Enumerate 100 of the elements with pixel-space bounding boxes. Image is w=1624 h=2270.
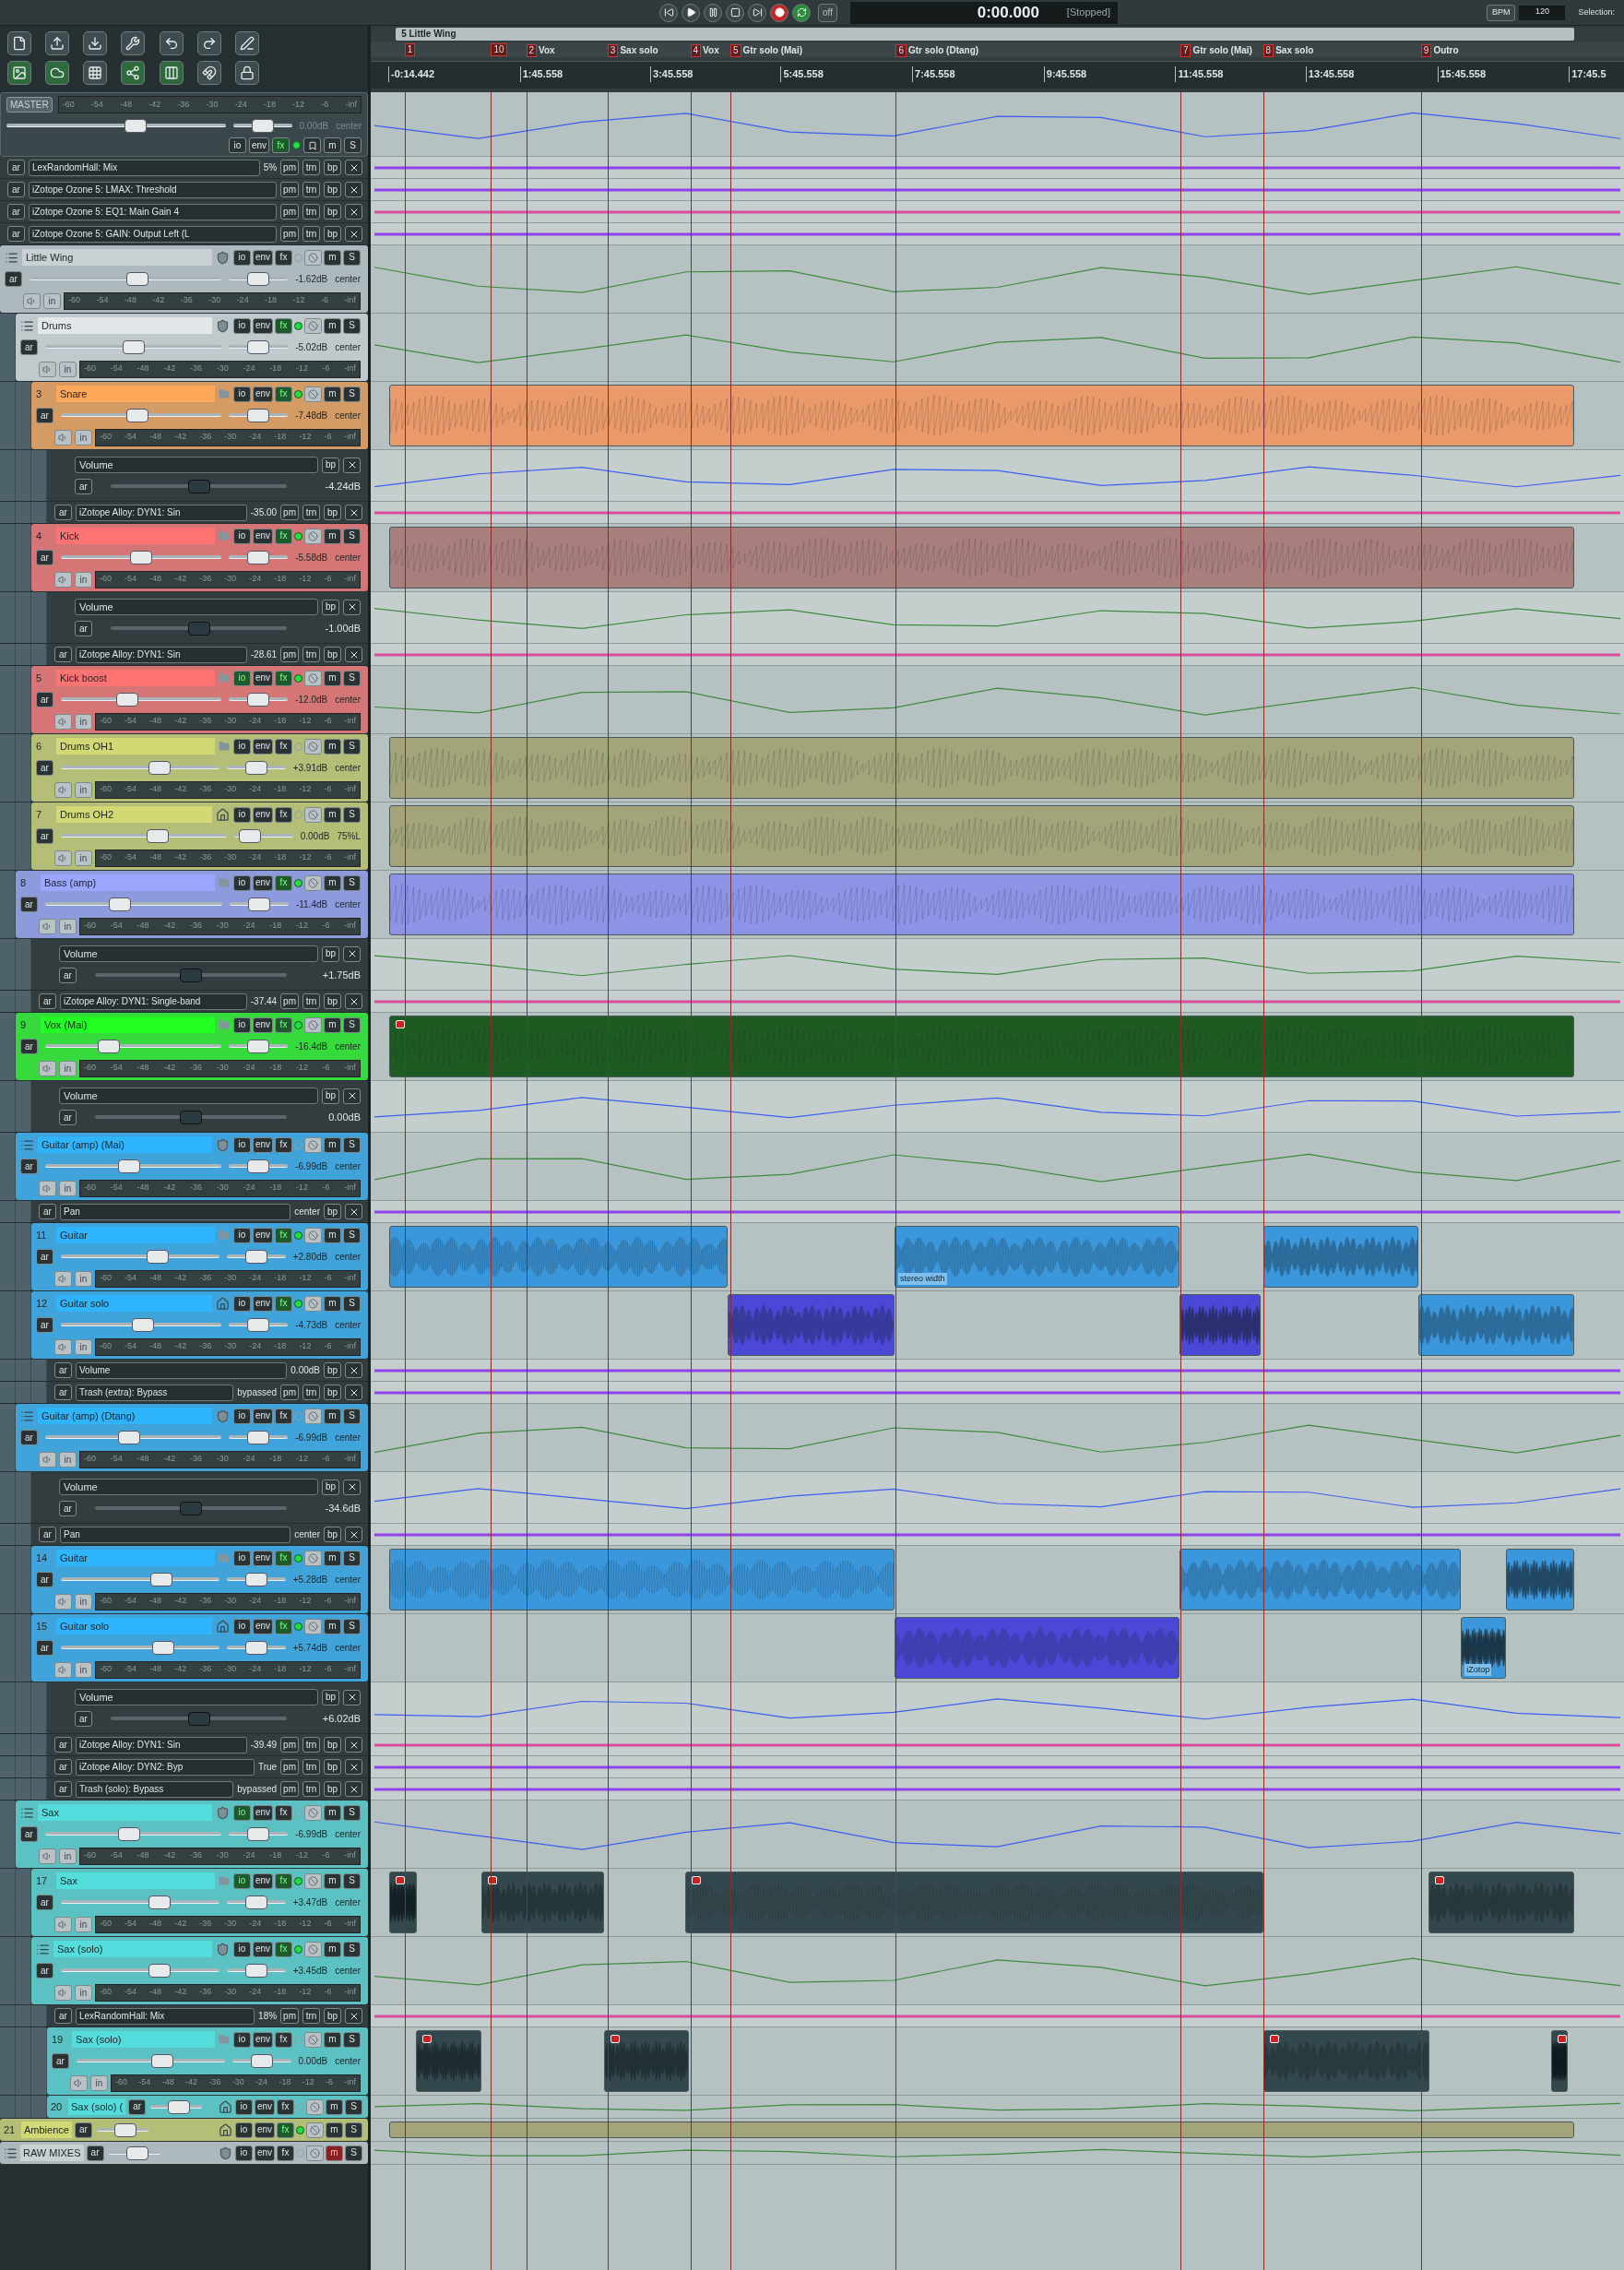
track-button[interactable]: ar — [54, 1362, 72, 1378]
track-button[interactable]: S — [343, 2031, 361, 2048]
input-button[interactable]: in — [59, 361, 77, 377]
track-button[interactable]: io — [234, 2145, 253, 2161]
track-button[interactable]: pm — [280, 160, 299, 175]
track-button[interactable]: env — [254, 2098, 275, 2115]
track-button[interactable]: fx — [275, 2031, 292, 2048]
track-button[interactable]: fx — [275, 249, 292, 266]
track-button[interactable]: ar — [20, 339, 38, 355]
track-button[interactable]: ar — [20, 1826, 38, 1842]
input-button[interactable]: in — [75, 1338, 92, 1355]
input-button[interactable]: in — [75, 1270, 92, 1287]
track-name-field[interactable]: Guitar (amp) (Dtang) — [38, 1408, 212, 1424]
track-button[interactable]: m — [324, 528, 341, 544]
track-button[interactable]: pm — [280, 1385, 299, 1400]
track-button[interactable]: ar — [36, 550, 53, 565]
track-button[interactable]: ar — [59, 1501, 77, 1516]
track-button[interactable]: S — [343, 738, 361, 755]
track-button[interactable]: ar — [36, 1640, 53, 1656]
track-button[interactable]: ar — [54, 1781, 72, 1797]
track-button[interactable]: S — [343, 1227, 361, 1243]
track-button[interactable]: pm — [280, 1781, 299, 1797]
track-button[interactable]: io — [232, 249, 251, 266]
track-name-field[interactable]: RAW MIXES — [20, 2145, 84, 2161]
track-button[interactable]: io — [232, 1295, 251, 1312]
track-button[interactable]: bp — [322, 457, 339, 473]
track-button[interactable]: pm — [280, 1759, 299, 1775]
track-button[interactable]: io — [232, 1618, 251, 1634]
track-button[interactable]: fx — [275, 670, 292, 686]
track-button[interactable]: io — [232, 528, 251, 544]
track-button[interactable]: trn — [302, 1759, 320, 1775]
track-button[interactable]: S — [343, 670, 361, 686]
track-button[interactable]: fx — [275, 1804, 292, 1821]
input-button[interactable]: in — [75, 781, 92, 798]
track-button[interactable]: ar — [75, 1711, 92, 1727]
track-button[interactable]: fx — [275, 738, 292, 755]
track-name-field[interactable]: Guitar — [56, 1550, 215, 1566]
input-button[interactable]: in — [43, 292, 61, 309]
track-button[interactable]: m — [324, 317, 341, 334]
track-button[interactable]: io — [232, 1804, 251, 1821]
track-button[interactable]: S — [343, 317, 361, 334]
track-button[interactable]: fx — [275, 1295, 292, 1312]
track-button[interactable]: fx — [277, 2145, 294, 2161]
track-button[interactable]: ar — [128, 2098, 147, 2115]
parameter-name-field[interactable]: iZotope Ozone 5: LMAX: Threshold — [29, 181, 278, 198]
track-name-field[interactable]: Snare — [56, 386, 215, 402]
input-button[interactable]: in — [59, 918, 77, 934]
track-name-field[interactable]: Sax (solo) — [72, 2031, 215, 2048]
track-button[interactable]: trn — [302, 182, 320, 197]
track-button[interactable]: io — [232, 874, 251, 891]
envelope-name-field[interactable]: Volume — [75, 599, 318, 615]
parameter-name-field[interactable]: Trash (solo): Bypass — [76, 1780, 234, 1798]
track-button[interactable]: bp — [324, 160, 341, 175]
track-button[interactable]: S — [343, 1618, 361, 1634]
track-button[interactable]: bp — [324, 1737, 341, 1753]
track-button[interactable]: m — [324, 137, 341, 153]
track-button[interactable]: trn — [302, 1385, 320, 1400]
track-button[interactable]: m — [324, 386, 341, 402]
track-button[interactable]: m — [324, 1016, 341, 1033]
track-button[interactable]: m — [324, 1941, 341, 1957]
input-button[interactable]: in — [75, 713, 92, 730]
track-button[interactable]: ar — [36, 1249, 53, 1265]
track-button[interactable]: m — [324, 738, 341, 755]
parameter-name-field[interactable]: LexRandomHall: Mix — [29, 159, 260, 176]
track-button[interactable]: ar — [59, 1110, 77, 1125]
track-button[interactable]: ar — [86, 2145, 104, 2161]
track-name-field[interactable]: Ambience — [21, 2121, 72, 2138]
input-button[interactable]: in — [59, 1060, 77, 1076]
track-button[interactable]: env — [252, 2031, 273, 2048]
track-button[interactable]: io — [232, 1227, 251, 1243]
track-button[interactable]: trn — [302, 1781, 320, 1797]
track-button[interactable]: ar — [52, 2053, 69, 2069]
input-button[interactable]: in — [75, 1661, 92, 1678]
track-name-field[interactable]: Sax — [38, 1804, 212, 1821]
envelope-name-field[interactable]: Volume — [75, 457, 318, 473]
track-button[interactable]: ar — [7, 182, 25, 197]
track-button[interactable]: S — [345, 2145, 362, 2161]
track-button[interactable]: ar — [36, 760, 53, 776]
track-button[interactable]: bp — [324, 647, 341, 662]
track-button[interactable]: ar — [39, 1527, 56, 1542]
track-button[interactable]: m — [324, 874, 341, 891]
input-button[interactable]: in — [75, 1984, 92, 2001]
track-button[interactable]: m — [324, 670, 341, 686]
parameter-name-field[interactable]: iZotope Ozone 5: GAIN: Output Left (L — [29, 225, 278, 243]
track-button[interactable]: trn — [302, 204, 320, 220]
track-button[interactable]: m — [324, 1408, 341, 1424]
track-button[interactable]: ar — [39, 1204, 56, 1219]
track-button[interactable]: S — [343, 1550, 361, 1566]
track-button[interactable]: S — [343, 1136, 361, 1153]
track-button[interactable]: ar — [36, 692, 53, 707]
track-button[interactable]: io — [232, 806, 251, 823]
marker-number[interactable]: 10 — [491, 43, 507, 56]
track-button[interactable]: S — [345, 2098, 362, 2115]
track-button[interactable]: env — [252, 1618, 273, 1634]
track-button[interactable]: fx — [275, 1550, 292, 1566]
track-button[interactable]: S — [343, 386, 361, 402]
track-button[interactable]: S — [343, 806, 361, 823]
track-button[interactable]: io — [232, 386, 251, 402]
track-button[interactable]: bp — [322, 945, 339, 962]
track-name-field[interactable]: Guitar — [56, 1227, 215, 1243]
